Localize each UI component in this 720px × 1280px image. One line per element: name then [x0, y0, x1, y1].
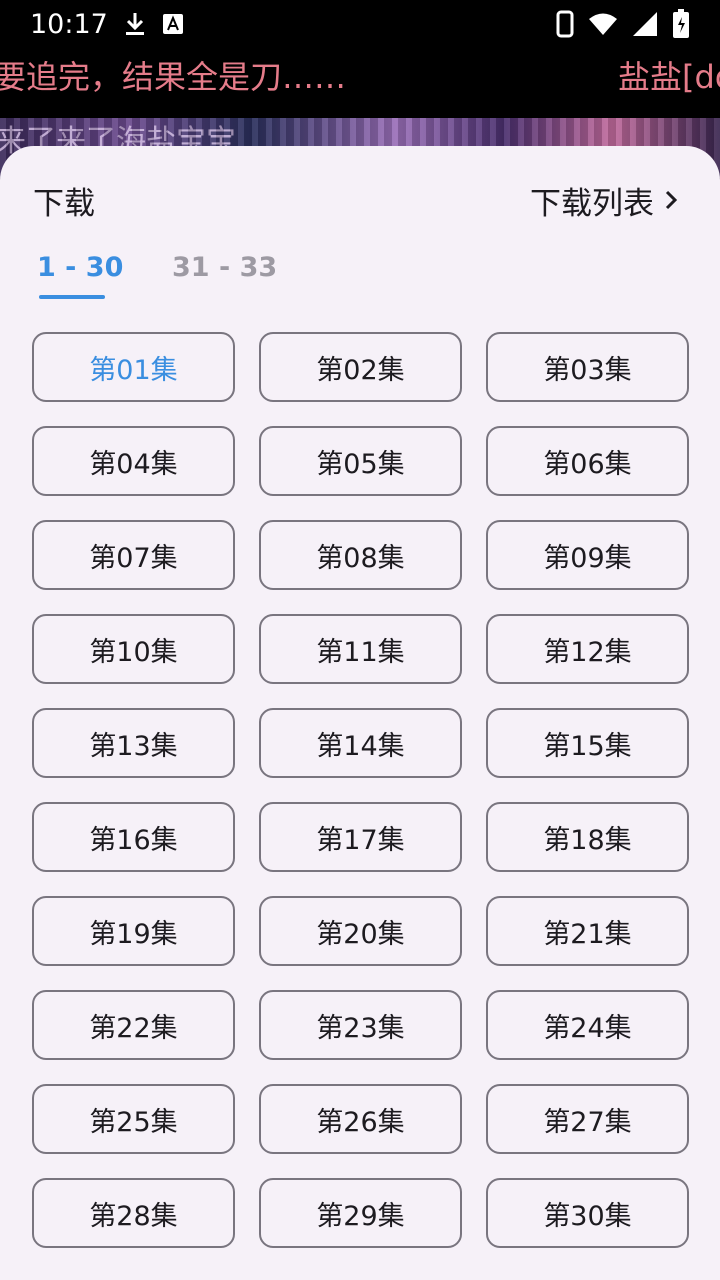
episode-button[interactable]: 第09集 [486, 520, 689, 590]
episode-button[interactable]: 第19集 [32, 896, 235, 966]
wifi-icon [588, 12, 618, 36]
download-icon [124, 11, 146, 37]
episode-button[interactable]: 第26集 [259, 1084, 462, 1154]
danmaku-line: 要追完，结果全是刀…… [0, 58, 347, 96]
status-time: 10:17 [30, 8, 108, 40]
episode-button[interactable]: 第18集 [486, 802, 689, 872]
episode-button[interactable]: 第13集 [32, 708, 235, 778]
episode-button[interactable]: 第07集 [32, 520, 235, 590]
danmaku-line: 盐盐[do [618, 58, 720, 96]
tab-range-31-33[interactable]: 31 - 33 [172, 252, 277, 283]
episode-button[interactable]: 第22集 [32, 990, 235, 1060]
sheet-header: 下载 下载列表 [33, 178, 680, 223]
episode-button[interactable]: 第24集 [486, 990, 689, 1060]
episode-button[interactable]: 第29集 [259, 1178, 462, 1248]
download-sheet: 下载 下载列表 1 - 30 31 - 33 第01集 第02集 第03集 第04集第… [0, 146, 720, 1280]
episode-button[interactable]: 第14集 [259, 708, 462, 778]
episode-button[interactable]: 第10集 [32, 614, 235, 684]
download-list-link[interactable]: 下载列表 [530, 178, 680, 223]
chevron-right-icon [662, 188, 680, 212]
battery-icon [672, 9, 690, 39]
episode-button[interactable]: 第27集 [486, 1084, 689, 1154]
tab-range-1-30[interactable]: 1 - 30 [37, 252, 123, 283]
episode-button[interactable]: 第30集 [486, 1178, 689, 1248]
tab-indicator [39, 295, 105, 299]
episode-button[interactable]: 第11集 [259, 614, 462, 684]
episode-button[interactable]: 第20集 [259, 896, 462, 966]
episode-button[interactable]: 第12集 [486, 614, 689, 684]
episode-button[interactable]: 第23集 [259, 990, 462, 1060]
range-tabs: 1 - 30 31 - 33 [0, 246, 720, 306]
phone-icon [556, 10, 574, 38]
episode-button[interactable]: 第05集 [259, 426, 462, 496]
episode-grid: 第01集 第02集 第03集第04集 第05集 第06集第07集 第08集 第09集第10集… [32, 332, 689, 1248]
danmaku-row: 要追完，结果全是刀…… 盐盐[do [0, 48, 720, 118]
episode-button[interactable]: 第25集 [32, 1084, 235, 1154]
signal-icon [632, 11, 658, 37]
screen: 10:17 要追完，结果全是刀…… 盐盐[do [0, 0, 720, 1280]
episode-button[interactable]: 第03集 [486, 332, 689, 402]
episode-button[interactable]: 第28集 [32, 1178, 235, 1248]
episode-button[interactable]: 第04集 [32, 426, 235, 496]
keyboard-a-icon [162, 13, 184, 35]
episode-button[interactable]: 第02集 [259, 332, 462, 402]
episode-button[interactable]: 第17集 [259, 802, 462, 872]
episode-button[interactable]: 第08集 [259, 520, 462, 590]
sheet-title: 下载 [33, 185, 95, 222]
download-list-label: 下载列表 [530, 185, 654, 222]
episode-button[interactable]: 第15集 [486, 708, 689, 778]
status-bar: 10:17 [0, 0, 720, 48]
episode-button[interactable]: 第16集 [32, 802, 235, 872]
episode-button[interactable]: 第21集 [486, 896, 689, 966]
episode-button[interactable]: 第06集 [486, 426, 689, 496]
status-left: 10:17 [30, 9, 184, 40]
status-right [556, 9, 690, 39]
episode-button[interactable]: 第01集 [32, 332, 235, 402]
